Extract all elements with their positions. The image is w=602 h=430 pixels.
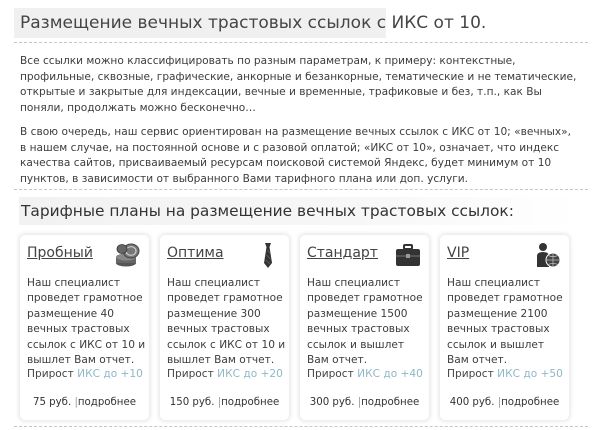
more-link[interactable]: подробнее — [501, 397, 559, 408]
plan-card-vip: VIP Наш специалист проведет грамотное ра… — [439, 234, 570, 421]
growth-value: ИКС до +20 — [217, 368, 283, 380]
plan-name[interactable]: Пробный — [27, 245, 93, 261]
plan-description: Наш специалист проведет грамотное размещ… — [167, 277, 286, 367]
plan-growth: Прирост ИКС до +40 — [307, 368, 423, 380]
more-link[interactable]: подробнее — [221, 397, 279, 408]
plan-name[interactable]: VIP — [447, 245, 469, 261]
divider — [14, 426, 588, 427]
plan-card-optima: Оптима Наш специалист проведет грамотное… — [159, 234, 290, 421]
plans-heading: Тарифные планы на размещение вечных трас… — [19, 197, 579, 225]
growth-value: ИКС до +40 — [357, 368, 423, 380]
plan-growth: Прирост ИКС до +20 — [167, 368, 283, 380]
page-title: Размещение вечных трастовых ссылок с ИКС… — [14, 8, 486, 38]
divider — [14, 42, 588, 43]
growth-value: ИКС до +50 — [497, 368, 563, 380]
plan-description: Наш специалист проведет грамотное размещ… — [27, 277, 146, 367]
tie-icon — [264, 243, 272, 268]
plan-price: 75 руб. — [32, 397, 72, 408]
briefcase-icon — [396, 244, 420, 266]
plans-list: Пробный Наш специалист проведет грамотно… — [19, 234, 579, 421]
more-link[interactable]: подробнее — [78, 397, 136, 408]
growth-label: Прирост — [167, 368, 214, 380]
plan-name[interactable]: Стандарт — [307, 245, 378, 261]
plan-price: 150 руб. — [169, 397, 215, 408]
plan-footer: 300 руб. |подробнее — [300, 397, 429, 408]
growth-label: Прирост — [307, 368, 354, 380]
growth-label: Прирост — [27, 368, 74, 380]
plan-card-probny: Пробный Наш специалист проведет грамотно… — [19, 234, 150, 421]
plan-footer: 75 руб. |подробнее — [20, 397, 149, 408]
divider — [14, 189, 588, 190]
globe-person-icon — [537, 243, 561, 268]
plan-card-standart: Стандарт Наш специалист проведет грамотн… — [299, 234, 430, 421]
service-paragraph: В свою очередь, наш сервис ориентирован … — [20, 126, 572, 185]
plan-price: 300 руб. — [309, 397, 355, 408]
plan-growth: Прирост ИКС до +50 — [447, 368, 563, 380]
plan-description: Наш специалист проведет грамотное размещ… — [447, 277, 563, 367]
plan-footer: 400 руб. |подробнее — [440, 397, 569, 408]
plan-growth: Прирост ИКС до +10 — [27, 368, 143, 380]
more-link[interactable]: подробнее — [361, 397, 419, 408]
plan-price: 400 руб. — [449, 397, 495, 408]
growth-value: ИКС до +10 — [77, 368, 143, 380]
growth-label: Прирост — [447, 368, 494, 380]
plan-footer: 150 руб. |подробнее — [160, 397, 289, 408]
plan-name[interactable]: Оптима — [167, 245, 224, 261]
intro-paragraph: Все ссылки можно классифицировать по раз… — [20, 55, 577, 114]
coins-icon — [116, 243, 140, 267]
plan-description: Наш специалист проведет грамотное размещ… — [307, 277, 423, 367]
